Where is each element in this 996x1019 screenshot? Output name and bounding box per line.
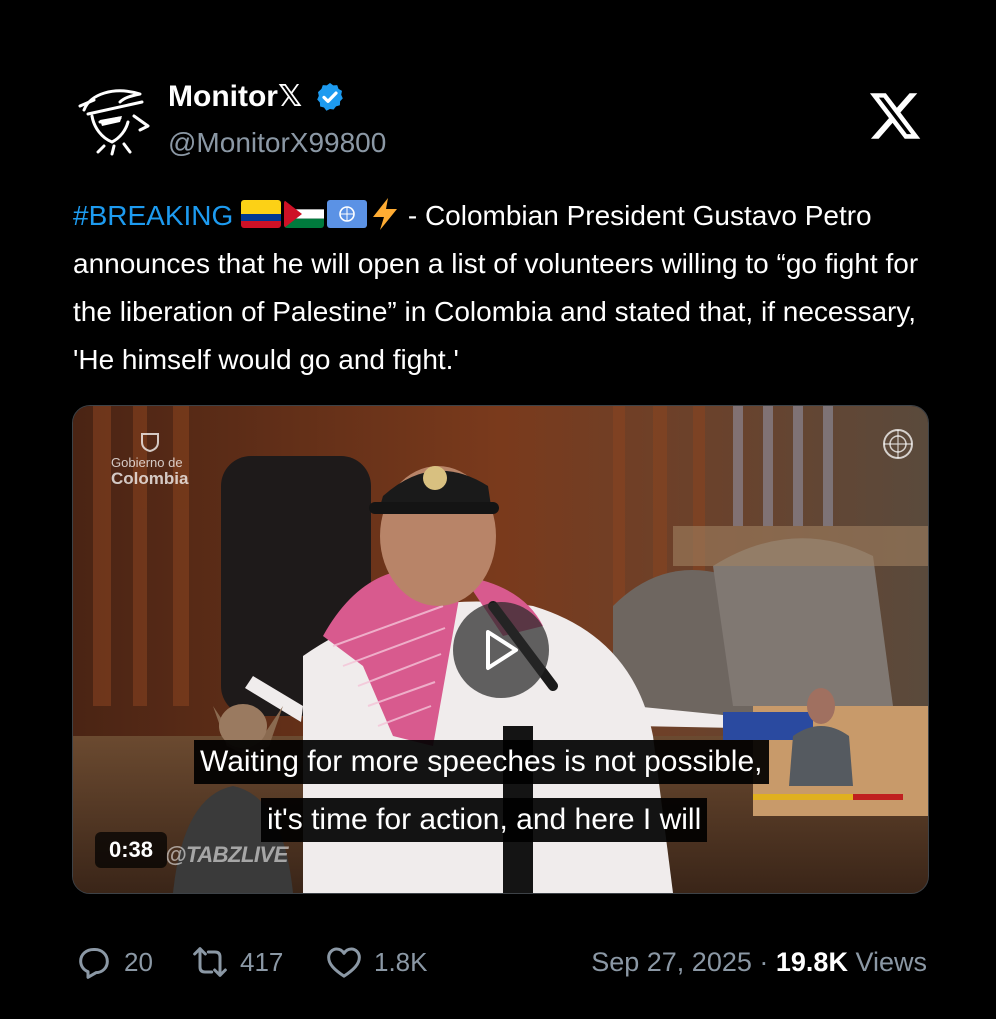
reply-icon xyxy=(79,948,109,979)
author-name-row[interactable]: Monitor𝕏 xyxy=(168,80,346,114)
reply-count: 20 xyxy=(124,947,153,977)
reply-button[interactable]: 20 xyxy=(74,940,153,984)
gobierno-logo-line1: Gobierno de xyxy=(111,455,183,470)
united-nations-flag-icon xyxy=(327,200,368,228)
tweet-video-player[interactable]: Gobierno de Colombia Waiting for more sp… xyxy=(72,405,929,894)
heart-icon xyxy=(327,947,361,978)
video-watermark: @TABZLIVE xyxy=(165,842,288,867)
video-caption-line-1: Waiting for more speeches is not possibl… xyxy=(194,740,769,784)
like-button[interactable]: 1.8K xyxy=(324,940,428,984)
author-display-name[interactable]: Monitor𝕏 xyxy=(168,80,302,114)
like-count: 1.8K xyxy=(374,947,428,977)
video-caption-line-2: it's time for action, and here I will xyxy=(261,798,708,842)
tweet-footer: 20 417 1.8K Sep 27, 2025 · 19.8K Views xyxy=(74,940,934,984)
author-handle[interactable]: @MonitorX99800 xyxy=(168,126,386,160)
video-duration-badge: 0:38 xyxy=(95,832,168,868)
views-count: 19.8K xyxy=(775,947,848,977)
gobierno-logo-line2: Colombia xyxy=(111,469,189,488)
tweet-date[interactable]: Sep 27, 2025 xyxy=(591,947,752,977)
repost-icon xyxy=(193,947,227,977)
palestine-flag-icon xyxy=(284,200,325,228)
tweet-meta: Sep 27, 2025 · 19.8K Views xyxy=(591,940,927,984)
x-logo-icon[interactable] xyxy=(866,88,924,144)
tweet-text: #BREAKING - Colombian President Gustavo … xyxy=(73,192,933,384)
repost-count: 417 xyxy=(240,947,284,977)
un-emblem-icon xyxy=(883,429,913,459)
ninja-avatar-icon[interactable] xyxy=(74,76,154,156)
lightning-bolt-icon xyxy=(373,198,398,230)
coat-of-arms-icon xyxy=(141,433,159,452)
breaking-hashtag-link[interactable]: #BREAKING xyxy=(73,200,233,231)
gobierno-colombia-logo: Gobierno de Colombia xyxy=(111,430,188,488)
play-button[interactable] xyxy=(453,602,549,698)
play-icon xyxy=(486,630,518,670)
colombia-flag-icon xyxy=(241,200,282,228)
views-label: Views xyxy=(847,947,927,977)
author-name-x-glyph: 𝕏 xyxy=(277,80,303,113)
meta-separator: · xyxy=(751,947,776,977)
repost-button[interactable]: 417 xyxy=(190,940,283,984)
verified-badge-icon xyxy=(317,83,343,111)
